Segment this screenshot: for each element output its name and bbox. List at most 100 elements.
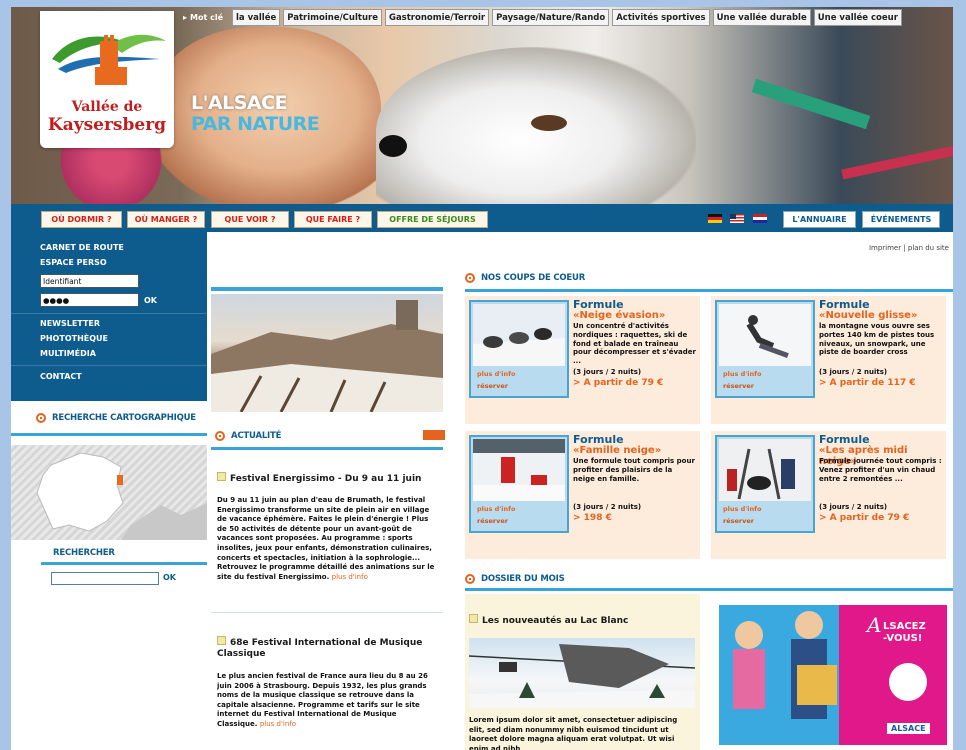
- news-more-link[interactable]: plus d'info: [332, 573, 368, 581]
- offer-book-link[interactable]: réserver: [723, 517, 754, 525]
- dossier-title: DOSSIER DU MOIS: [481, 574, 565, 584]
- menu-annuaire[interactable]: L'ANNUAIRE: [783, 211, 856, 228]
- tagline-line2: PAR NATURE: [191, 113, 320, 135]
- offer-card[interactable]: plus d'info réserver Formule «Famille ne…: [465, 431, 700, 559]
- offer-price: > A partir de 79 €: [573, 378, 664, 388]
- rule: [211, 287, 443, 291]
- france-map[interactable]: [11, 445, 207, 540]
- offer-price: > A partir de 79 €: [819, 513, 910, 523]
- ski-lift-photo-icon: [469, 644, 695, 708]
- offer-desc: la montagne vous ouvre ses portes 140 km…: [819, 322, 935, 357]
- fondue-photo-icon: [719, 439, 811, 501]
- divider: [11, 365, 207, 366]
- alsace-marker: [117, 475, 123, 485]
- menu-ou-dormir[interactable]: OÙ DORMIR ?: [41, 211, 122, 228]
- coups-heading: NOS COUPS DE COEUR: [465, 273, 585, 283]
- dossier-heading: DOSSIER DU MOIS: [465, 574, 565, 584]
- tagline: L'ALSACE PAR NATURE: [191, 93, 320, 135]
- offer-price: > A partir de 117 €: [819, 378, 916, 388]
- link-contact[interactable]: CONTACT: [40, 372, 82, 381]
- left-sidebar: CARNET DE ROUTE ESPACE PERSO Identifiant…: [11, 232, 207, 750]
- bullet-icon: [215, 431, 225, 441]
- password-input[interactable]: ●●●●: [40, 293, 139, 307]
- link-multimedia[interactable]: MULTIMÉDIA: [40, 349, 96, 358]
- site-logo[interactable]: Vallée de Kaysersberg: [40, 11, 174, 148]
- sled-dogs-photo-icon: [473, 304, 565, 366]
- offer-info-link[interactable]: plus d'info: [723, 505, 761, 513]
- offer-desc: Un concentré d'activités nordiques : raq…: [573, 322, 696, 366]
- rule: [211, 612, 443, 613]
- carto-title: RECHERCHE CARTOGRAPHIQUE: [52, 413, 196, 423]
- login-ok-button[interactable]: OK: [144, 296, 157, 305]
- right-column: Imprimer | plan du site NOS COUPS DE COE…: [457, 232, 953, 750]
- rule: [11, 433, 207, 436]
- menu-que-voir[interactable]: QUE VOIR ?: [211, 211, 289, 228]
- rss-icon[interactable]: [423, 430, 445, 440]
- nav-vallee-coeur[interactable]: Une vallée coeur: [813, 9, 902, 26]
- nav-paysage[interactable]: Paysage/Nature/Rando: [492, 9, 610, 26]
- dog-nose: [379, 135, 407, 157]
- home-link-label: Mot clé: [190, 13, 223, 22]
- offer-book-link[interactable]: réserver: [723, 382, 754, 390]
- offer-duration: (3 jours / 2 nuits): [819, 368, 888, 376]
- nav-gastronomie[interactable]: Gastronomie/Terroir: [384, 9, 490, 26]
- nav-la-vallee[interactable]: la vallée: [232, 9, 281, 26]
- news-title[interactable]: Festival Energissimo - Du 9 au 11 juin: [217, 472, 439, 485]
- flag-en-icon[interactable]: [730, 214, 744, 223]
- offer-info-link[interactable]: plus d'info: [477, 505, 515, 513]
- dog-eye: [531, 115, 567, 131]
- menu-offre-sejours[interactable]: OFFRE DE SÉJOURS: [377, 211, 488, 228]
- news-more-link[interactable]: plus d'info: [260, 720, 296, 728]
- main-menu: OÙ DORMIR ? OÙ MANGER ? QUE VOIR ? QUE F…: [11, 204, 953, 232]
- offer-book-link[interactable]: réserver: [477, 382, 508, 390]
- menu-evenements[interactable]: ÉVÉNEMENTS: [862, 211, 940, 228]
- news-title[interactable]: 68e Festival International de Musique Cl…: [217, 636, 439, 660]
- offer-photo-frame: plus d'info réserver: [715, 435, 815, 533]
- link-phototheque[interactable]: PHOTOTHÈQUE: [40, 334, 108, 343]
- arrow-icon: ▸: [183, 13, 188, 22]
- news-body: Du 9 au 11 juin au plan d'eau de Brumath…: [217, 496, 437, 606]
- link-carnet-de-route[interactable]: CARNET DE ROUTE: [40, 243, 124, 252]
- offer-card[interactable]: plus d'info réserver Formule «Neige évas…: [465, 296, 700, 424]
- login-input[interactable]: Identifiant: [40, 274, 139, 288]
- flag-en-canton: [730, 214, 736, 219]
- promo-text1: LSACEZ: [883, 621, 926, 632]
- top-navigation: ▸ Mot clé la vallée Patrimoine/Culture Ga…: [179, 8, 902, 27]
- offer-desc: Une formule tout compris pour profiter d…: [573, 457, 695, 483]
- rule: [710, 588, 953, 591]
- alsace-promo-banner[interactable]: A LSACEZ -VOUS! ALSACE: [719, 605, 947, 745]
- dossier-photo: [469, 638, 695, 708]
- link-espace-perso[interactable]: ESPACE PERSO: [40, 258, 107, 267]
- bullet-icon: [465, 273, 475, 283]
- menu-que-faire[interactable]: QUE FAIRE ?: [294, 211, 372, 228]
- offer-card[interactable]: plus d'info réserver Formule «Nouvelle g…: [711, 296, 946, 424]
- offer-info-link[interactable]: plus d'info: [723, 370, 761, 378]
- home-link[interactable]: ▸ Mot clé: [179, 13, 229, 22]
- flag-nl-icon[interactable]: [753, 214, 767, 223]
- nav-vallee-durable[interactable]: Une vallée durable: [712, 9, 811, 26]
- flag-de-icon[interactable]: [708, 214, 722, 223]
- search-ok-button[interactable]: OK: [163, 573, 176, 582]
- promo-text2: -VOUS!: [883, 633, 923, 644]
- dog-leash: [841, 144, 953, 180]
- bullet-icon: [36, 413, 46, 423]
- landscape-photo-icon: [211, 300, 443, 412]
- offer-card[interactable]: plus d'info réserver Formule «Les après …: [711, 431, 946, 559]
- link-newsletter[interactable]: NEWSLETTER: [40, 319, 100, 328]
- offer-price: > 198 €: [573, 513, 612, 523]
- carto-heading: RECHERCHE CARTOGRAPHIQUE: [36, 413, 196, 423]
- nav-patrimoine[interactable]: Patrimoine/Culture: [283, 9, 382, 26]
- offer-photo-frame: plus d'info réserver: [715, 300, 815, 398]
- offer-photo-frame: plus d'info réserver: [469, 300, 569, 398]
- search-input[interactable]: [51, 572, 159, 585]
- dossier-subtitle[interactable]: Les nouveautés au Lac Blanc: [469, 614, 695, 627]
- divider: [11, 313, 207, 314]
- offer-book-link[interactable]: réserver: [477, 517, 508, 525]
- family-snow-photo-icon: [473, 439, 565, 501]
- menu-ou-manger[interactable]: OÙ MANGER ?: [127, 211, 205, 228]
- offer-info-link[interactable]: plus d'info: [477, 370, 515, 378]
- nav-activites[interactable]: Activités sportives: [612, 9, 710, 26]
- dog-harness: [751, 78, 871, 130]
- offer-desc: Formule journée tout compris : Venez pro…: [819, 457, 942, 483]
- print-sitemap-links[interactable]: Imprimer | plan du site: [869, 244, 949, 252]
